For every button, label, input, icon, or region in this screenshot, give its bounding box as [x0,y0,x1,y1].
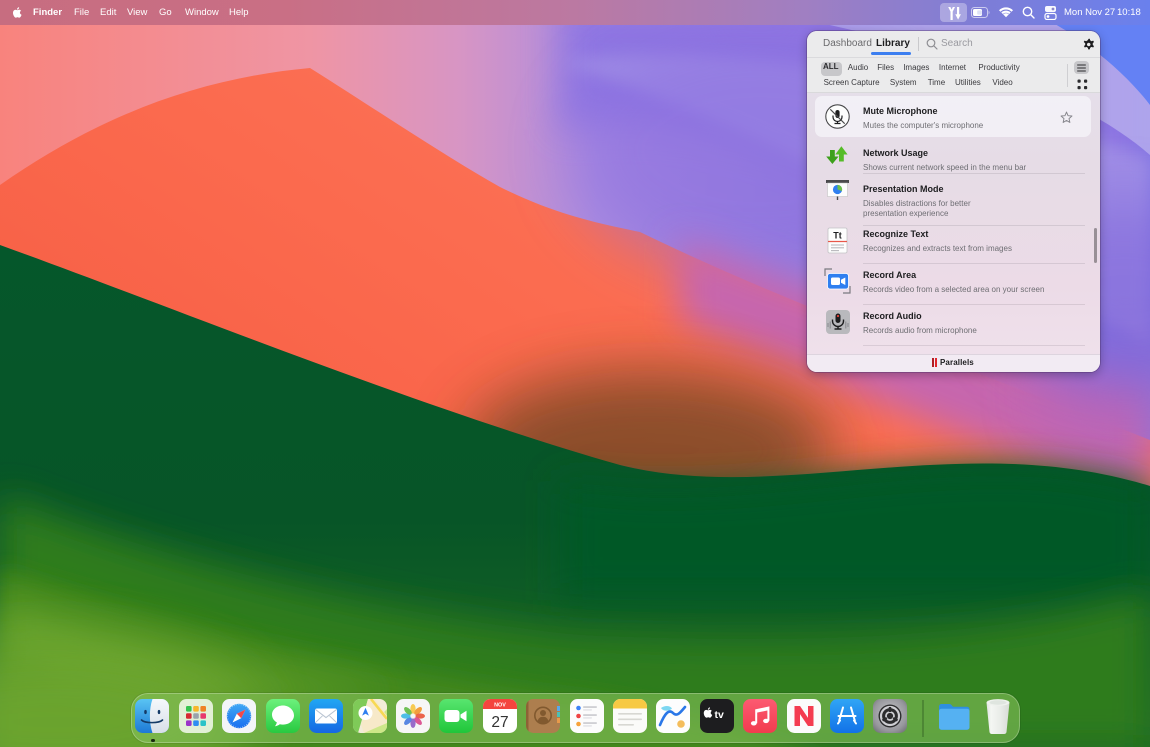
svg-text:tv: tv [715,709,724,721]
svg-text:NOV: NOV [494,703,506,709]
svg-text:27: 27 [491,714,508,731]
svg-text:Tt: Tt [833,231,842,241]
